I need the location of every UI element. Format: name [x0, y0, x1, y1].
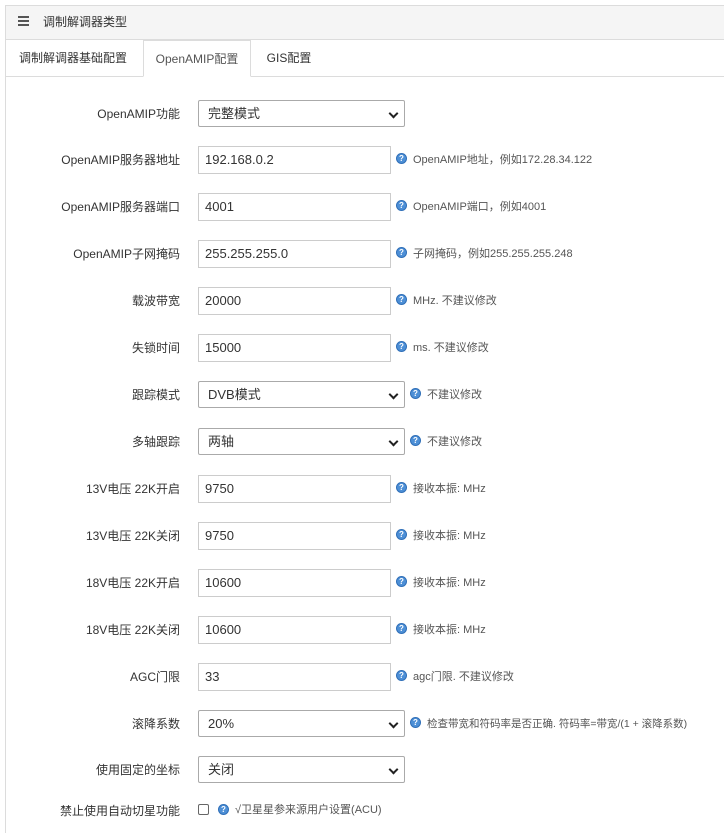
tab-openamip-config[interactable]: OpenAMIP配置: [143, 40, 251, 77]
help-icon[interactable]: ?: [396, 294, 407, 305]
openamip-mode-select[interactable]: 完整模式: [198, 100, 405, 127]
chevron-down-icon: [388, 436, 399, 447]
row-subnet-mask: OpenAMIP子网掩码 255.255.255.0 ? 子网掩码，例如255.…: [6, 240, 724, 270]
chevron-down-icon: [388, 718, 399, 729]
server-ip-hint: OpenAMIP地址，例如172.28.34.122: [413, 154, 593, 166]
lock-time-input[interactable]: 15000: [198, 334, 391, 362]
v13-22k-off-hint: 接收本振: MHz: [413, 530, 486, 542]
row-bandwidth: 载波带宽 20000 ? MHz. 不建议修改: [6, 287, 724, 317]
v18-22k-on-hint: 接收本振: MHz: [413, 577, 486, 589]
row-server-port: OpenAMIP服务器端口 4001 ? OpenAMIP端口，例如4001: [6, 193, 724, 223]
v13-22k-off-input[interactable]: 9750: [198, 522, 391, 550]
help-icon[interactable]: ?: [396, 529, 407, 540]
help-icon[interactable]: ?: [396, 341, 407, 352]
disable-auto-switch-hint: √卫星星参来源用户设置(ACU): [235, 804, 382, 816]
row-13v-22k-off: 13V电压 22K关闭 9750 ? 接收本振: MHz: [6, 522, 724, 552]
track-mode-select[interactable]: DVB模式: [198, 381, 405, 408]
row-track-mode: 跟踪模式 DVB模式 ? 不建议修改: [6, 381, 724, 411]
lock-time-label: 失锁时间: [131, 341, 180, 355]
agc-threshold-hint: agc门限. 不建议修改: [413, 671, 514, 683]
track-mode-value: DVB模式: [208, 387, 261, 402]
help-icon[interactable]: ?: [410, 717, 421, 728]
fixed-coords-value: 关闭: [208, 762, 235, 777]
row-13v-22k-on: 13V电压 22K开启 9750 ? 接收本振: MHz: [6, 475, 724, 505]
v18-22k-on-label: 18V电压 22K开启: [85, 576, 180, 590]
row-agc-threshold: AGC门限 33 ? agc门限. 不建议修改: [6, 663, 724, 693]
server-port-hint: OpenAMIP端口，例如4001: [413, 201, 547, 213]
openamip-mode-label: OpenAMIP功能: [97, 107, 180, 121]
fixed-coords-select[interactable]: 关闭: [198, 756, 405, 783]
v18-22k-off-input[interactable]: 10600: [198, 616, 391, 644]
chevron-down-icon: [388, 389, 399, 400]
subnet-mask-hint: 子网掩码，例如255.255.255.248: [413, 248, 573, 260]
agc-threshold-input[interactable]: 33: [198, 663, 391, 691]
rolloff-label: 滚降系数: [131, 717, 180, 731]
help-icon[interactable]: ?: [396, 482, 407, 493]
v13-22k-off-label: 13V电压 22K关闭: [85, 529, 180, 543]
help-icon[interactable]: ?: [396, 200, 407, 211]
row-rolloff: 滚降系数 20% ? 检查带宽和符码率是否正确. 符码率=带宽/(1 + 滚降系…: [6, 710, 724, 740]
rolloff-select[interactable]: 20%: [198, 710, 405, 737]
v18-22k-off-hint: 接收本振: MHz: [413, 624, 486, 636]
panel-header: 调制解调器类型: [6, 6, 724, 40]
lock-time-hint: ms. 不建议修改: [413, 342, 489, 354]
v18-22k-on-input[interactable]: 10600: [198, 569, 391, 597]
help-icon[interactable]: ?: [396, 247, 407, 258]
server-ip-label: OpenAMIP服务器地址: [61, 153, 180, 167]
v13-22k-on-label: 13V电压 22K开启: [85, 482, 180, 496]
help-icon[interactable]: ?: [218, 804, 229, 815]
server-port-label: OpenAMIP服务器端口: [61, 200, 180, 214]
subnet-mask-input[interactable]: 255.255.255.0: [198, 240, 391, 268]
help-icon[interactable]: ?: [396, 670, 407, 681]
bandwidth-label: 载波带宽: [131, 294, 180, 308]
fixed-coords-label: 使用固定的坐标: [95, 763, 180, 777]
subnet-mask-label: OpenAMIP子网掩码: [73, 247, 180, 261]
row-lock-time: 失锁时间 15000 ? ms. 不建议修改: [6, 334, 724, 364]
row-fixed-coords: 使用固定的坐标 关闭: [6, 756, 724, 786]
track-mode-hint: 不建议修改: [427, 389, 482, 401]
openamip-mode-value: 完整模式: [208, 106, 261, 121]
v13-22k-on-input[interactable]: 9750: [198, 475, 391, 503]
chevron-down-icon: [388, 108, 399, 119]
rolloff-hint: 检查带宽和符码率是否正确. 符码率=带宽/(1 + 滚降系数): [427, 718, 688, 730]
multi-axis-hint: 不建议修改: [427, 436, 482, 448]
panel-title: 调制解调器类型: [43, 15, 128, 29]
bandwidth-hint: MHz. 不建议修改: [413, 295, 497, 307]
server-port-input[interactable]: 4001: [198, 193, 391, 221]
agc-threshold-label: AGC门限: [129, 670, 180, 684]
chevron-down-icon: [388, 764, 399, 775]
server-ip-input[interactable]: 192.168.0.2: [198, 146, 391, 174]
multi-axis-value: 两轴: [208, 434, 235, 449]
help-icon[interactable]: ?: [410, 388, 421, 399]
multi-axis-select[interactable]: 两轴: [198, 428, 405, 455]
row-disable-auto-switch: 禁止使用自动切星功能 ? √卫星星参来源用户设置(ACU): [6, 797, 724, 827]
tab-bar: 调制解调器基础配置 OpenAMIP配置 GIS配置: [6, 40, 724, 77]
row-server-ip: OpenAMIP服务器地址 192.168.0.2 ? OpenAMIP地址，例…: [6, 146, 724, 176]
help-icon[interactable]: ?: [396, 623, 407, 634]
hamburger-menu-icon[interactable]: [18, 16, 30, 28]
multi-axis-label: 多轴跟踪: [131, 435, 180, 449]
row-multi-axis: 多轴跟踪 两轴 ? 不建议修改: [6, 428, 724, 458]
help-icon[interactable]: ?: [396, 153, 407, 164]
row-18v-22k-on: 18V电压 22K开启 10600 ? 接收本振: MHz: [6, 569, 724, 599]
config-panel: 调制解调器类型 调制解调器基础配置 OpenAMIP配置 GIS配置 OpenA…: [5, 5, 724, 833]
track-mode-label: 跟踪模式: [131, 388, 180, 402]
v13-22k-on-hint: 接收本振: MHz: [413, 483, 486, 495]
rolloff-value: 20%: [208, 716, 235, 731]
help-icon[interactable]: ?: [410, 435, 421, 446]
v18-22k-off-label: 18V电压 22K关闭: [85, 623, 180, 637]
row-18v-22k-off: 18V电压 22K关闭 10600 ? 接收本振: MHz: [6, 616, 724, 646]
disable-auto-switch-checkbox[interactable]: [198, 804, 209, 815]
bandwidth-input[interactable]: 20000: [198, 287, 391, 315]
disable-auto-switch-label: 禁止使用自动切星功能: [59, 804, 180, 818]
tab-modem-basic-config[interactable]: 调制解调器基础配置: [6, 40, 140, 76]
help-icon[interactable]: ?: [396, 576, 407, 587]
tab-gis-config[interactable]: GIS配置: [251, 40, 327, 76]
row-openamip-mode: OpenAMIP功能 完整模式: [6, 100, 724, 130]
